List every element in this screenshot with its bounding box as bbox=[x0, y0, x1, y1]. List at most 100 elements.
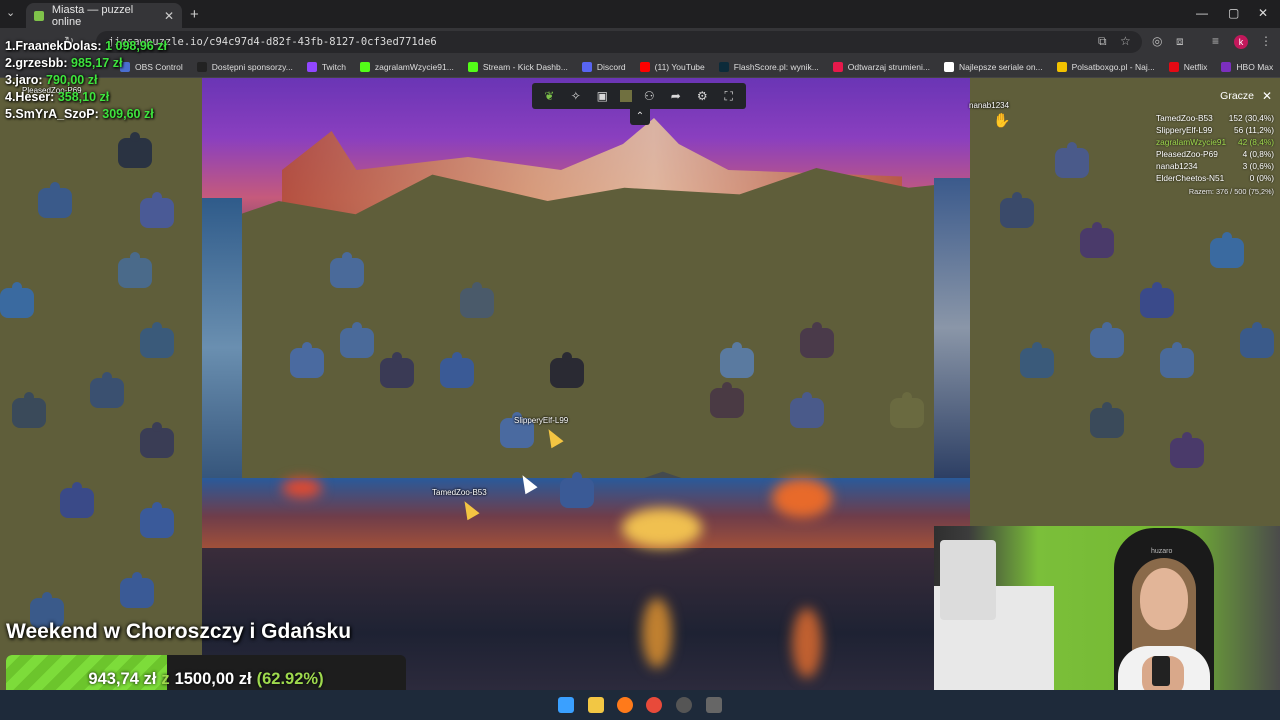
donation-leaderboard: 1.FraanekDolas: 1 098,96 zł 2.grzesbb: 98… bbox=[5, 38, 167, 123]
bookmark-label: Stream - Kick Dashb... bbox=[482, 61, 568, 72]
puzzle-piece[interactable] bbox=[1020, 342, 1054, 378]
media-icon[interactable]: ≡ bbox=[1212, 34, 1219, 48]
tab-close-icon[interactable]: ✕ bbox=[164, 9, 174, 23]
leaf-icon[interactable]: ❦ bbox=[540, 87, 558, 105]
puzzle-piece[interactable] bbox=[720, 342, 754, 378]
bookmark-item[interactable]: Netflix bbox=[1168, 61, 1207, 72]
extension-icon[interactable]: ◎ bbox=[1152, 34, 1162, 48]
bookmark-favicon-icon bbox=[639, 61, 650, 72]
window-close-icon[interactable]: ✕ bbox=[1258, 6, 1268, 20]
box-icon[interactable]: ▣ bbox=[593, 87, 611, 105]
puzzle-piece[interactable] bbox=[1055, 142, 1089, 178]
color-square-icon[interactable] bbox=[619, 90, 632, 102]
puzzle-piece[interactable] bbox=[118, 132, 152, 168]
goal-percent: (62.92%) bbox=[256, 669, 324, 688]
puzzle-piece[interactable] bbox=[890, 392, 924, 428]
cursor-label: SlipperyElf-L99 bbox=[514, 416, 569, 425]
puzzle-piece[interactable] bbox=[90, 372, 124, 408]
puzzle-piece[interactable] bbox=[1210, 232, 1244, 268]
bookmark-star-icon[interactable]: ☆ bbox=[1120, 34, 1131, 48]
chrome-icon[interactable] bbox=[646, 697, 662, 713]
bookmark-label: Twitch bbox=[321, 61, 346, 72]
puzzle-piece[interactable] bbox=[1090, 322, 1124, 358]
goal-separator: z bbox=[161, 669, 170, 688]
puzzle-piece[interactable] bbox=[380, 352, 414, 388]
puzzle-piece[interactable] bbox=[12, 392, 46, 428]
close-icon[interactable]: ✕ bbox=[1262, 89, 1272, 103]
puzzle-piece[interactable] bbox=[460, 282, 494, 318]
puzzle-piece[interactable] bbox=[330, 252, 364, 288]
puzzle-piece[interactable] bbox=[1140, 282, 1174, 318]
puzzle-piece[interactable] bbox=[790, 392, 824, 428]
bookmark-item[interactable]: Discord bbox=[581, 61, 626, 72]
bookmark-item[interactable]: (11) YouTube bbox=[639, 61, 705, 72]
bookmark-item[interactable]: Odtwarzaj strumieni... bbox=[832, 61, 930, 72]
share-icon[interactable]: ➦ bbox=[667, 87, 685, 105]
tab-search-icon[interactable]: ⌄ bbox=[6, 6, 15, 19]
firefox-icon[interactable] bbox=[617, 697, 633, 713]
url-field[interactable]: jigsawpuzzle.io/c94c97d4-d82f-43fb-8127-… bbox=[96, 31, 1142, 53]
new-tab-button[interactable]: + bbox=[190, 6, 199, 23]
player-name: TamedZoo-B53 bbox=[1156, 113, 1213, 123]
puzzle-piece[interactable] bbox=[1240, 322, 1274, 358]
restore-icon[interactable]: ▢ bbox=[1228, 6, 1239, 20]
cursor-label: nanab1234 bbox=[969, 101, 1010, 110]
puzzle-piece[interactable] bbox=[560, 472, 594, 508]
puzzle-piece[interactable] bbox=[340, 322, 374, 358]
leaderboard-name: 4.Heser: bbox=[5, 90, 55, 104]
bookmark-item[interactable]: Stream - Kick Dashb... bbox=[467, 61, 568, 72]
puzzle-piece[interactable] bbox=[1170, 432, 1204, 468]
bookmark-item[interactable]: HBO Max bbox=[1221, 61, 1273, 72]
puzzle-piece[interactable] bbox=[38, 182, 72, 218]
obs-icon[interactable] bbox=[676, 697, 692, 713]
puzzle-piece[interactable] bbox=[710, 382, 744, 418]
puzzle-piece[interactable] bbox=[118, 252, 152, 288]
menu-kebab-icon[interactable]: ⋮ bbox=[1260, 34, 1272, 48]
puzzle-piece[interactable] bbox=[60, 482, 94, 518]
puzzle-piece[interactable] bbox=[1160, 342, 1194, 378]
taskbar bbox=[0, 690, 1280, 720]
puzzle-piece[interactable] bbox=[440, 352, 474, 388]
puzzle-favicon-icon bbox=[34, 10, 44, 21]
fullscreen-icon[interactable]: ⛶ bbox=[720, 87, 738, 105]
collapse-toolbar-icon[interactable]: ⌃ bbox=[630, 109, 650, 125]
bookmark-label: Discord bbox=[596, 61, 626, 72]
bookmark-label: Najlepsze seriale on... bbox=[959, 61, 1043, 72]
bookmark-item[interactable]: zagralamWzycie91... bbox=[359, 61, 454, 72]
address-bar: ← → ↻ jigsawpuzzle.io/c94c97d4-d82f-43fb… bbox=[0, 28, 1280, 56]
goal-target: 1500,00 zł bbox=[174, 669, 252, 688]
puzzle-piece[interactable] bbox=[0, 282, 34, 318]
puzzle-edge-icon[interactable]: ✧ bbox=[567, 87, 585, 105]
puzzle-piece[interactable] bbox=[800, 322, 834, 358]
puzzle-piece[interactable] bbox=[120, 572, 154, 608]
bookmark-item[interactable]: FlashScore.pl: wynik... bbox=[718, 61, 819, 72]
puzzle-piece[interactable] bbox=[550, 352, 584, 388]
browser-tab[interactable]: Miasta — puzzel online ✕ bbox=[26, 3, 182, 28]
puzzle-piece[interactable] bbox=[290, 342, 324, 378]
game-icon[interactable] bbox=[706, 697, 722, 713]
settings-icon[interactable]: ⚙ bbox=[693, 87, 711, 105]
profile-avatar[interactable]: k bbox=[1234, 35, 1248, 49]
puzzle-extensions-icon[interactable]: ⧈ bbox=[1176, 34, 1184, 49]
bookmark-item[interactable]: Najlepsze seriale on... bbox=[944, 61, 1043, 72]
bookmark-favicon-icon bbox=[359, 61, 370, 72]
puzzle-piece[interactable] bbox=[140, 502, 174, 538]
puzzle-piece[interactable] bbox=[1080, 222, 1114, 258]
player-row: nanab1234 3 (0,6%) bbox=[1156, 160, 1274, 172]
puzzle-piece[interactable] bbox=[1000, 192, 1034, 228]
bookmark-item[interactable]: Twitch bbox=[306, 61, 346, 72]
bookmark-item[interactable]: Dostępni sponsorzy... bbox=[196, 61, 293, 72]
minimize-icon[interactable]: — bbox=[1196, 6, 1208, 20]
file-explorer-icon[interactable] bbox=[588, 697, 604, 713]
puzzle-board[interactable] bbox=[202, 78, 970, 690]
puzzle-piece[interactable] bbox=[1090, 402, 1124, 438]
players-icon[interactable]: ⚇ bbox=[640, 87, 658, 105]
install-app-icon[interactable]: ⧉ bbox=[1098, 34, 1107, 49]
windows-start-icon[interactable] bbox=[558, 697, 574, 713]
bookmark-item[interactable]: Polsatboxgo.pl - Naj... bbox=[1056, 61, 1155, 72]
players-panel: Gracze ✕ TamedZoo-B53 152 (30,4%) Slippery… bbox=[1152, 86, 1278, 202]
puzzle-toolbar: ❦ ✧ ▣ ⚇ ➦ ⚙ ⛶ bbox=[532, 83, 746, 109]
puzzle-piece[interactable] bbox=[140, 192, 174, 228]
puzzle-piece[interactable] bbox=[140, 422, 174, 458]
puzzle-piece[interactable] bbox=[140, 322, 174, 358]
